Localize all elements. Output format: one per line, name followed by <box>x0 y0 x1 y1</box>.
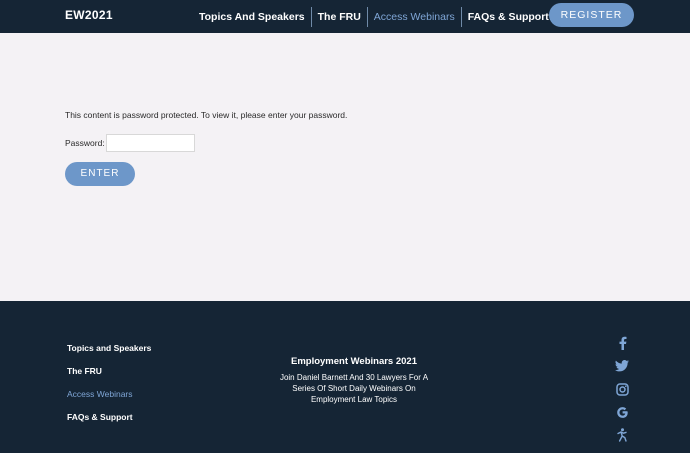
instagram-icon[interactable] <box>614 381 630 397</box>
facebook-icon[interactable] <box>614 335 630 351</box>
nav-item-the-fru[interactable]: The FRU <box>312 7 367 27</box>
google-icon[interactable] <box>614 404 630 420</box>
footer-link-faqs-support[interactable]: FAQs & Support <box>67 412 133 422</box>
site-footer: Topics and Speakers The FRU Access Webin… <box>0 301 690 453</box>
twitter-icon[interactable] <box>614 358 630 374</box>
password-input[interactable] <box>106 134 195 152</box>
password-protected-content: This content is password protected. To v… <box>0 33 690 301</box>
main-nav: Topics And Speakers The FRU Access Webin… <box>193 0 555 33</box>
footer-link-access-webinars[interactable]: Access Webinars <box>67 389 133 399</box>
password-label: Password: <box>65 138 105 148</box>
footer-title: Employment Webinars 2021 <box>290 356 417 367</box>
site-logo[interactable]: EW2021 <box>65 8 113 22</box>
password-notice: This content is password protected. To v… <box>65 110 348 120</box>
nav-item-topics-and-speakers[interactable]: Topics And Speakers <box>193 7 311 27</box>
site-header: EW2021 Topics And Speakers The FRU Acces… <box>0 0 690 33</box>
enter-button[interactable]: ENTER <box>65 162 135 186</box>
nav-item-faqs-support[interactable]: FAQs & Support <box>462 7 555 27</box>
footer-link-topics-and-speakers[interactable]: Topics and Speakers <box>67 343 151 353</box>
nav-item-access-webinars[interactable]: Access Webinars <box>368 7 461 27</box>
footer-link-the-fru[interactable]: The FRU <box>67 366 102 376</box>
accessibility-icon[interactable] <box>614 427 630 443</box>
register-button[interactable]: REGISTER <box>549 3 634 27</box>
footer-description: Join Daniel Barnett And 30 Lawyers For A… <box>279 373 429 404</box>
